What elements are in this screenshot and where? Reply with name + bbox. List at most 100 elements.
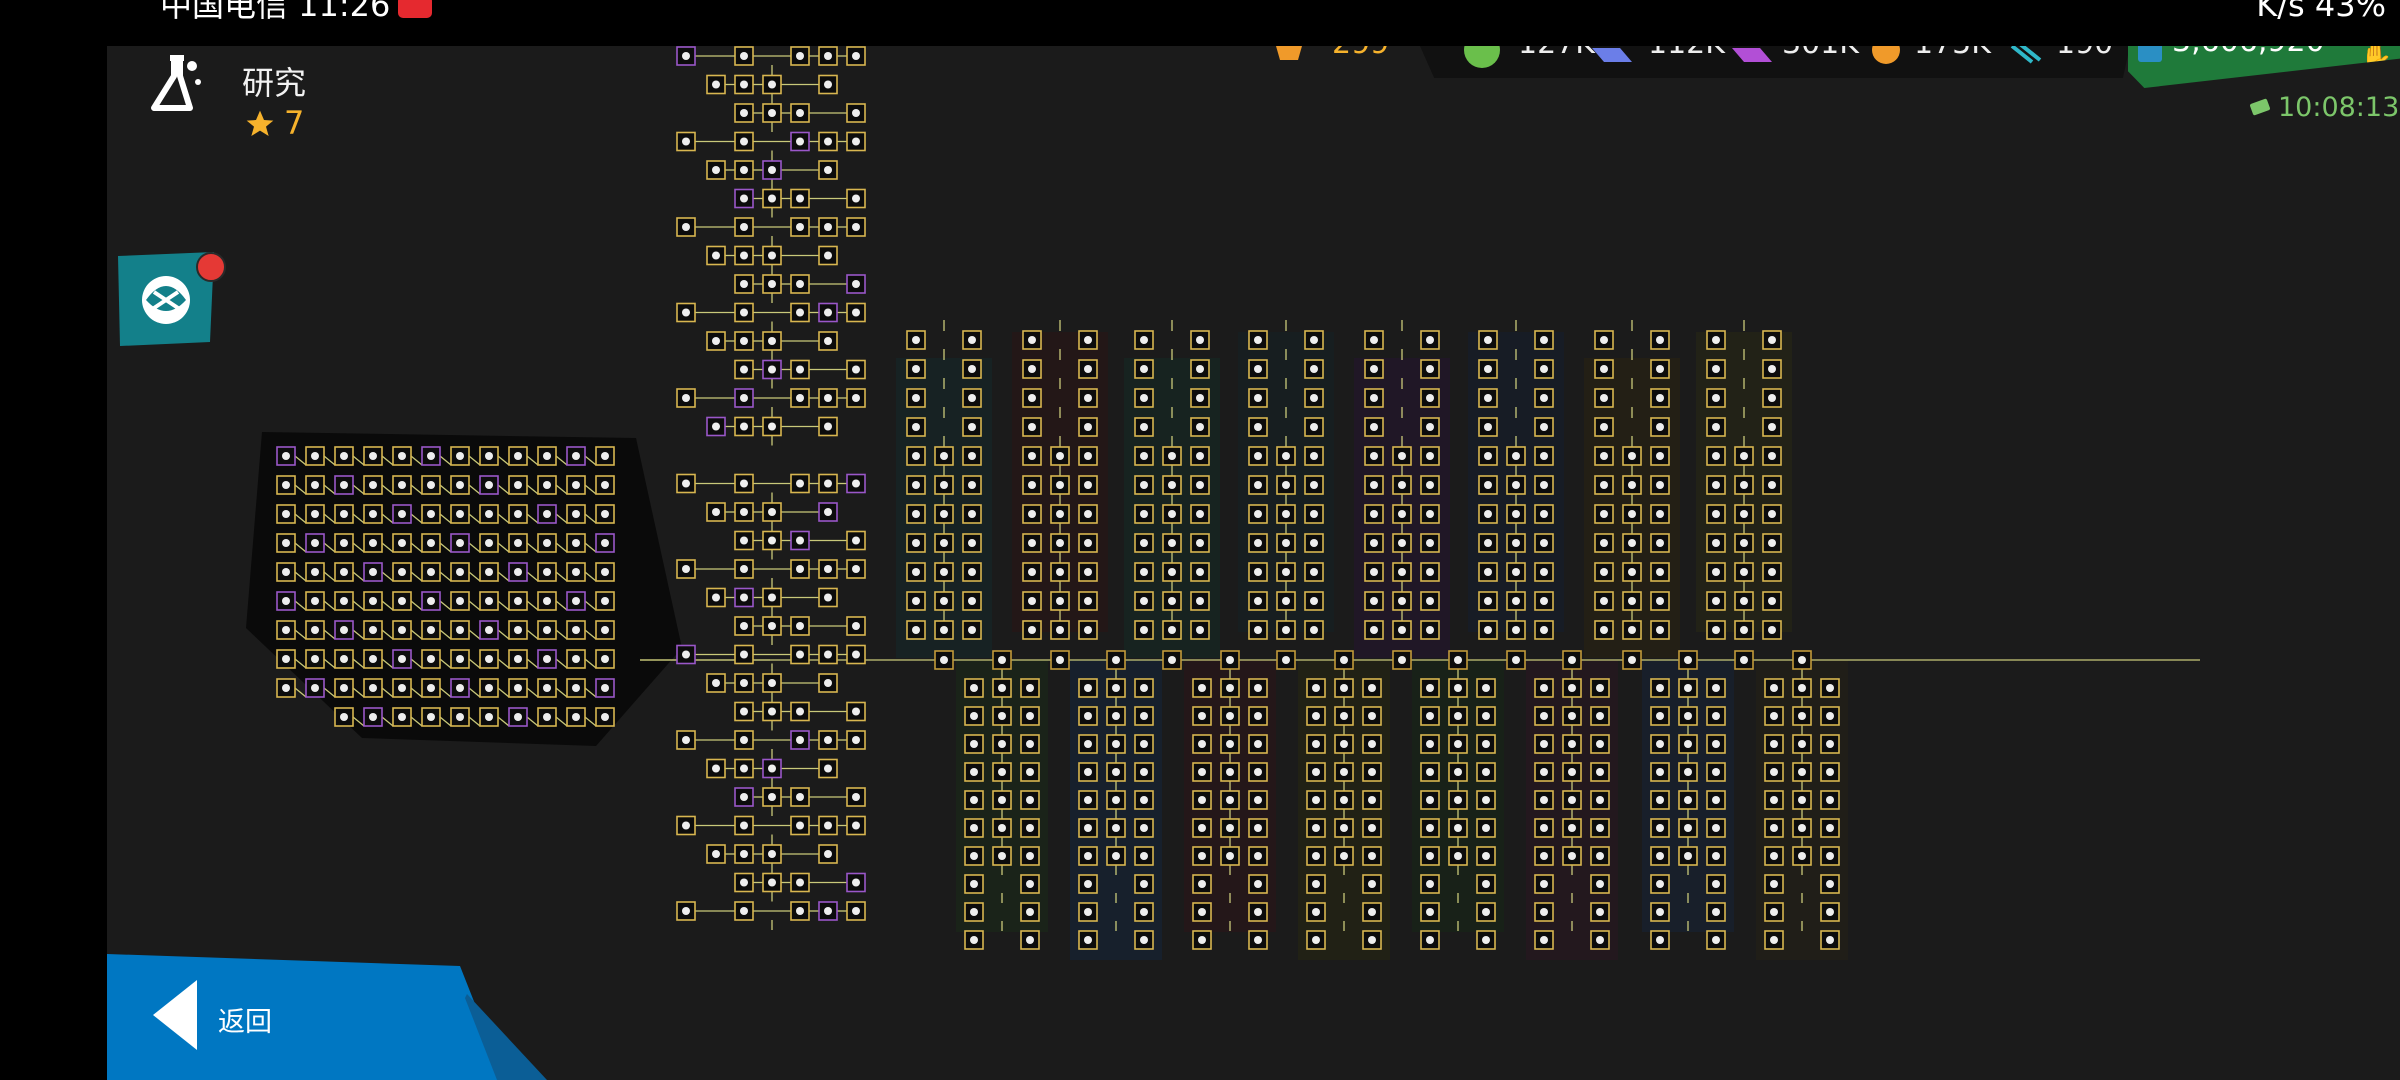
research-node[interactable] xyxy=(1050,591,1070,611)
research-node[interactable] xyxy=(1134,417,1154,437)
research-node[interactable] xyxy=(1190,591,1210,611)
research-node[interactable] xyxy=(1364,620,1384,640)
research-node[interactable] xyxy=(1220,762,1240,782)
research-node[interactable] xyxy=(1534,818,1554,838)
research-node[interactable] xyxy=(1476,846,1496,866)
research-node[interactable] xyxy=(1506,650,1526,670)
research-node[interactable] xyxy=(1476,790,1496,810)
research-node[interactable] xyxy=(846,274,866,294)
research-node[interactable] xyxy=(1248,762,1268,782)
research-node[interactable] xyxy=(906,562,926,582)
research-node[interactable] xyxy=(276,504,296,524)
research-node[interactable] xyxy=(818,388,838,408)
research-node[interactable] xyxy=(1594,533,1614,553)
research-node[interactable] xyxy=(1190,620,1210,640)
research-node[interactable] xyxy=(846,815,866,836)
research-node[interactable] xyxy=(1134,902,1154,922)
research-node[interactable] xyxy=(734,103,754,123)
research-node[interactable] xyxy=(934,446,954,466)
research-node[interactable] xyxy=(421,446,441,466)
research-node[interactable] xyxy=(846,217,866,237)
research-node[interactable] xyxy=(992,650,1012,670)
research-node[interactable] xyxy=(1304,504,1324,524)
research-node[interactable] xyxy=(363,562,383,582)
research-node[interactable] xyxy=(479,678,499,698)
research-node[interactable] xyxy=(964,734,984,754)
research-node[interactable] xyxy=(1334,846,1354,866)
research-node[interactable] xyxy=(1106,818,1126,838)
research-node[interactable] xyxy=(734,160,754,180)
research-node[interactable] xyxy=(962,504,982,524)
research-node[interactable] xyxy=(1764,846,1784,866)
research-node[interactable] xyxy=(1678,790,1698,810)
research-node[interactable] xyxy=(1334,706,1354,726)
research-node[interactable] xyxy=(537,562,557,582)
research-node[interactable] xyxy=(1448,846,1468,866)
research-node[interactable] xyxy=(818,160,838,180)
research-node[interactable] xyxy=(363,446,383,466)
research-node[interactable] xyxy=(676,815,696,836)
research-node[interactable] xyxy=(1078,762,1098,782)
research-node[interactable] xyxy=(962,562,982,582)
research-node[interactable] xyxy=(1706,562,1726,582)
research-node[interactable] xyxy=(1192,818,1212,838)
research-node[interactable] xyxy=(1534,417,1554,437)
research-node[interactable] xyxy=(1362,790,1382,810)
research-node[interactable] xyxy=(1190,504,1210,524)
research-node[interactable] xyxy=(1190,562,1210,582)
research-node[interactable] xyxy=(508,591,528,611)
research-node[interactable] xyxy=(566,678,586,698)
research-node[interactable] xyxy=(1192,902,1212,922)
research-node[interactable] xyxy=(1134,591,1154,611)
research-node[interactable] xyxy=(906,446,926,466)
research-node[interactable] xyxy=(508,533,528,553)
research-node[interactable] xyxy=(1650,562,1670,582)
research-node[interactable] xyxy=(1420,902,1440,922)
research-node[interactable] xyxy=(1134,446,1154,466)
research-node[interactable] xyxy=(421,620,441,640)
research-node[interactable] xyxy=(676,473,696,494)
research-node[interactable] xyxy=(566,533,586,553)
research-node[interactable] xyxy=(734,730,754,750)
research-node[interactable] xyxy=(1562,678,1582,698)
research-node[interactable] xyxy=(1078,417,1098,437)
research-node[interactable] xyxy=(1594,388,1614,408)
research-node[interactable] xyxy=(790,302,810,323)
research-node[interactable] xyxy=(1078,562,1098,582)
research-node[interactable] xyxy=(1506,562,1526,582)
research-node[interactable] xyxy=(1706,620,1726,640)
research-node[interactable] xyxy=(846,901,866,921)
research-node[interactable] xyxy=(1276,620,1296,640)
research-node[interactable] xyxy=(1594,330,1614,350)
research-node[interactable] xyxy=(1362,846,1382,866)
research-node[interactable] xyxy=(964,818,984,838)
research-node[interactable] xyxy=(734,872,754,893)
research-node[interactable] xyxy=(762,587,782,608)
research-node[interactable] xyxy=(1392,475,1412,495)
research-node[interactable] xyxy=(964,874,984,894)
research-node[interactable] xyxy=(421,533,441,553)
research-node[interactable] xyxy=(508,707,528,727)
research-node[interactable] xyxy=(1820,874,1840,894)
research-node[interactable] xyxy=(392,620,412,640)
research-node[interactable] xyxy=(1078,790,1098,810)
research-node[interactable] xyxy=(1476,734,1496,754)
research-node[interactable] xyxy=(1622,562,1642,582)
research-node[interactable] xyxy=(1478,388,1498,408)
research-node[interactable] xyxy=(1792,790,1812,810)
research-node[interactable] xyxy=(363,707,383,727)
research-node[interactable] xyxy=(1078,591,1098,611)
research-node[interactable] xyxy=(1248,591,1268,611)
research-node[interactable] xyxy=(962,591,982,611)
research-node[interactable] xyxy=(1420,562,1440,582)
research-node[interactable] xyxy=(1392,650,1412,670)
research-node[interactable] xyxy=(595,446,615,466)
back-button[interactable] xyxy=(107,954,547,1080)
research-node[interactable] xyxy=(1650,846,1670,866)
research-node[interactable] xyxy=(1134,734,1154,754)
research-node[interactable] xyxy=(1420,330,1440,350)
research-node[interactable] xyxy=(392,533,412,553)
research-node[interactable] xyxy=(1362,930,1382,950)
research-node[interactable] xyxy=(790,103,810,123)
research-node[interactable] xyxy=(1022,620,1042,640)
